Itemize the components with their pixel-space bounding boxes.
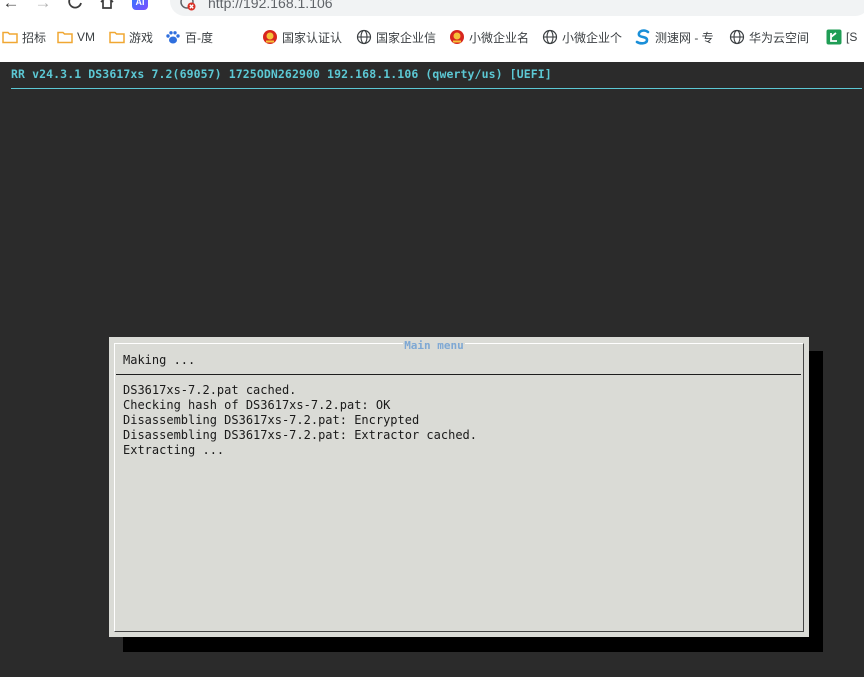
main-menu-dialog: Main menu Making ... DS3617xs-7.2.pat ca…	[109, 337, 809, 637]
dialog-title-text: Main menu	[403, 339, 465, 352]
bookmark-baidu[interactable]: 百-度	[165, 28, 213, 46]
reload-icon[interactable]	[66, 0, 84, 12]
national-emblem-icon	[450, 30, 464, 44]
back-arrow-icon[interactable]: ←	[2, 0, 20, 12]
console-header: RR v24.3.1 DS3617xs 7.2(69057) 1725ODN26…	[11, 67, 552, 81]
bookmark-label: 小微企业名	[469, 30, 529, 45]
bookmark-cnca[interactable]: 国家认证认	[262, 28, 342, 46]
url-text[interactable]: http://192.168.1.106	[208, 0, 333, 12]
bookmark-label: 游戏	[129, 30, 154, 45]
terminal-console[interactable]: RR v24.3.1 DS3617xs 7.2(69057) 1725ODN26…	[0, 62, 864, 677]
home-icon[interactable]	[98, 0, 116, 12]
bookmark-xwqy-ge[interactable]: 小微企业个	[542, 28, 622, 46]
log-line: Disassembling DS3617xs-7.2.pat: Extracto…	[123, 428, 478, 442]
globe-icon	[356, 29, 372, 45]
green-app-icon	[826, 29, 842, 45]
baidu-paw-icon	[166, 31, 180, 44]
bookmark-xwqy[interactable]: 小微企业名	[449, 28, 529, 46]
browser-toolbar: ← → AI http://192.168.1.106	[0, 0, 864, 18]
national-emblem-icon	[263, 30, 277, 44]
folder-icon	[2, 31, 18, 44]
log-line: Checking hash of DS3617xs-7.2.pat: OK	[123, 398, 391, 412]
bookmark-folder-youxi[interactable]: 游戏	[109, 28, 153, 46]
dialog-prompt: Making ...	[123, 353, 196, 367]
bookmark-huawei-cloud[interactable]: 华为云空间	[729, 28, 809, 46]
bookmark-label: 小微企业个	[562, 30, 622, 45]
bookmarks-bar: 招标 VM 游戏 百-度 国家认证认 国家企业信 小微企业名 小微企业个 测速网…	[0, 18, 864, 56]
bookmark-label: 国家企业信	[376, 30, 436, 45]
dialog-separator	[116, 374, 801, 375]
bookmark-folder-vm[interactable]: VM	[57, 28, 95, 46]
folder-icon	[57, 31, 73, 44]
globe-icon	[542, 29, 558, 45]
ai-assistant-icon[interactable]: AI	[132, 0, 148, 10]
bookmark-gsxt[interactable]: 国家企业信	[356, 28, 436, 46]
bookmark-label: 百-度	[185, 30, 213, 45]
log-line: Extracting ...	[123, 443, 225, 457]
bookmark-label: 招标	[22, 30, 47, 45]
bookmark-label: 国家认证认	[282, 30, 342, 45]
globe-icon	[729, 29, 745, 45]
folder-icon	[109, 31, 125, 44]
dialog-title: Main menu	[109, 339, 759, 352]
bookmark-label: 测速网 - 专	[655, 30, 714, 45]
bookmark-folder-zhaobiao[interactable]: 招标	[2, 28, 46, 46]
bookmark-speedtest[interactable]: 测速网 - 专	[635, 28, 715, 46]
screen: ← → AI http://192.168.1.106 招标 VM 游戏 百-度…	[0, 0, 864, 677]
log-line: DS3617xs-7.2.pat cached.	[123, 383, 297, 397]
bookmark-label: [S	[846, 30, 858, 44]
bookmark-s[interactable]: [S	[826, 28, 857, 46]
bookmark-label: 华为云空间	[749, 30, 809, 45]
forward-arrow-icon[interactable]: →	[34, 0, 52, 12]
speedtest-icon	[635, 29, 650, 45]
not-secure-icon[interactable]	[180, 0, 196, 11]
header-rule	[11, 88, 862, 89]
progress-log: DS3617xs-7.2.pat cached. Checking hash o…	[123, 383, 477, 458]
bookmark-label: VM	[77, 30, 95, 44]
log-line: Disassembling DS3617xs-7.2.pat: Encrypte…	[123, 413, 420, 427]
